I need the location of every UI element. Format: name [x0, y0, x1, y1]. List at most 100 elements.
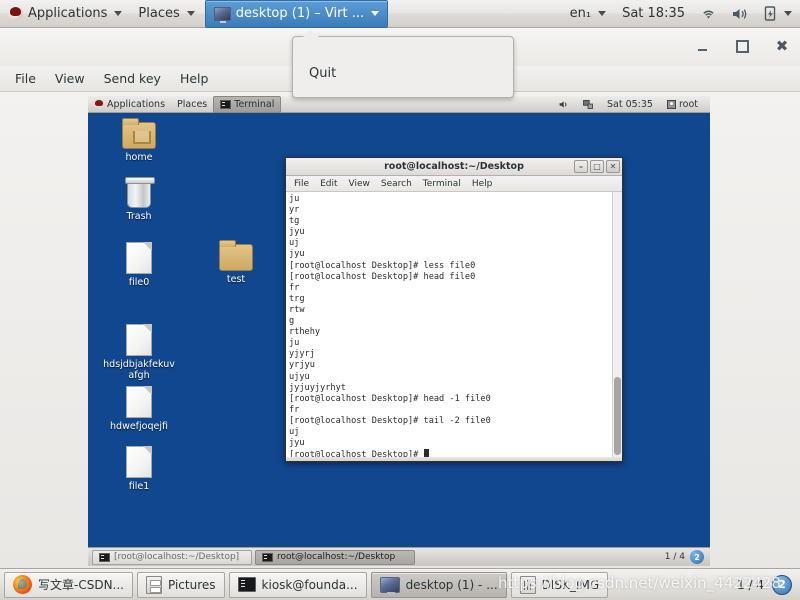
- guest-taskbar-button-active[interactable]: root@localhost:~/Desktop: [255, 549, 415, 565]
- terminal-statusbar: [286, 457, 622, 461]
- taskbar-window-virt-viewer[interactable]: desktop (1) – Virt ...: [204, 0, 389, 28]
- terminal-scrollbar-thumb[interactable]: [614, 377, 621, 455]
- maximize-icon[interactable]: [732, 36, 752, 56]
- desktop-icon-hdsjdbjakfekuvafgh[interactable]: hdsjdbjakfekuvafgh: [103, 324, 175, 381]
- guest-workspace-badge[interactable]: 2: [690, 550, 704, 564]
- applications-menu[interactable]: Applications: [0, 0, 130, 28]
- desktop-icon-label: hdsjdbjakfekuvafgh: [103, 359, 175, 381]
- terminal-cursor: [423, 449, 429, 457]
- applications-menu-label: Applications: [28, 6, 108, 21]
- screen: Applications Places desktop (1) – Virt .…: [0, 0, 800, 600]
- terminal-icon: [237, 577, 256, 592]
- fedora-logo-icon: [94, 99, 104, 109]
- disk-image-icon: [519, 575, 536, 594]
- close-icon[interactable]: ✕: [606, 160, 620, 173]
- network-icon[interactable]: [577, 96, 599, 113]
- terminal-icon: [99, 552, 110, 562]
- user-icon: [666, 99, 676, 109]
- host-taskbar-button-firefox[interactable]: 写文章-CSDN...: [4, 571, 133, 598]
- host-panel-status-area: en₁ Sat 18:35: [562, 0, 800, 28]
- guest-taskbar-button-minimized[interactable]: [root@localhost:~/Desktop]: [92, 549, 252, 565]
- terminal-menu-search[interactable]: Search: [377, 178, 416, 190]
- volume-icon[interactable]: [724, 0, 756, 28]
- host-taskbar-button-label: desktop (1) - ...: [405, 577, 498, 592]
- guest-places-label: Places: [177, 98, 208, 110]
- guest-panel-task-terminal[interactable]: Terminal: [213, 96, 282, 113]
- document-icon: [126, 324, 152, 356]
- terminal-scrollbar[interactable]: [612, 192, 622, 457]
- menu-file[interactable]: File: [8, 68, 43, 89]
- terminal-menu-file[interactable]: File: [290, 178, 313, 190]
- guest-applications-label: Applications: [107, 98, 166, 110]
- desktop-icon-hdwefjoqejfi[interactable]: hdwefjoqejfi: [103, 386, 175, 432]
- guest-clock-label: Sat 05:35: [606, 98, 653, 110]
- desktop-icon-home[interactable]: home: [103, 118, 175, 163]
- desktop-icon-file1[interactable]: file1: [103, 446, 175, 492]
- menu-view[interactable]: View: [48, 68, 92, 89]
- host-taskbar-button-kiosk-terminal[interactable]: kiosk@founda...: [228, 571, 367, 598]
- network-icon-glyph: [583, 99, 593, 109]
- clock-label: Sat 18:35: [622, 6, 685, 21]
- host-taskbar-button-desktop-vm[interactable]: desktop (1) - ...: [370, 571, 507, 598]
- chevron-down-icon: [114, 11, 123, 16]
- terminal-icon: [262, 552, 273, 562]
- fedora-logo-icon: [8, 6, 23, 21]
- document-icon: [126, 242, 152, 274]
- places-menu[interactable]: Places: [130, 0, 202, 28]
- window-controls: ✖: [692, 36, 792, 56]
- guest-taskbar-right: 1 / 4 2: [665, 550, 706, 564]
- document-icon: [126, 386, 152, 418]
- host-workspace-counter: 1 / 4: [737, 577, 764, 592]
- terminal-menu-help[interactable]: Help: [468, 178, 497, 190]
- host-taskbar: 写文章-CSDN... Pictures kiosk@founda... des…: [0, 568, 800, 600]
- terminal-menu-edit[interactable]: Edit: [316, 178, 341, 190]
- host-top-panel: Applications Places desktop (1) – Virt .…: [0, 0, 800, 28]
- host-workspace-badge[interactable]: 2: [772, 574, 792, 595]
- chevron-down-icon: [784, 11, 792, 16]
- guest-places-menu[interactable]: Places: [171, 96, 213, 113]
- document-icon: [126, 446, 152, 478]
- window-button-label: desktop (1) – Virt ...: [235, 6, 365, 21]
- close-icon[interactable]: ✖: [772, 36, 792, 56]
- terminal-output[interactable]: ju yr tg jyu uj jyu [root@localhost Desk…: [286, 192, 612, 457]
- menu-send-key[interactable]: Send key: [97, 68, 168, 89]
- folder-icon: [219, 240, 253, 271]
- terminal-body[interactable]: ju yr tg jyu uj jyu [root@localhost Desk…: [286, 192, 622, 457]
- terminal-window-controls: – □ ✕: [574, 160, 620, 173]
- guest-user-menu[interactable]: root: [661, 96, 704, 113]
- volume-icon[interactable]: [553, 96, 575, 113]
- keyboard-layout-label: en₁: [569, 6, 592, 21]
- clock[interactable]: Sat 18:35: [614, 0, 693, 28]
- guest-top-panel: Applications Places Terminal Sat 05:35 r…: [88, 96, 710, 113]
- wifi-icon[interactable]: [693, 0, 724, 28]
- guest-taskbar-button-label: [root@localhost:~/Desktop]: [114, 552, 240, 562]
- minimize-icon[interactable]: [692, 36, 712, 56]
- menu-help[interactable]: Help: [173, 68, 216, 89]
- keyboard-layout-indicator[interactable]: en₁: [562, 0, 614, 28]
- host-taskbar-right: 1 / 4 2: [737, 574, 796, 595]
- terminal-menu-terminal[interactable]: Terminal: [419, 178, 465, 190]
- desktop-icon-test[interactable]: test: [200, 240, 272, 285]
- terminal-titlebar: root@localhost:~/Desktop – □ ✕: [286, 158, 622, 176]
- menu-item-quit[interactable]: Quit: [309, 66, 336, 81]
- host-taskbar-button-label: Pictures: [168, 577, 216, 592]
- minimize-icon[interactable]: –: [574, 160, 588, 173]
- virt-viewer-monitor-icon: [379, 576, 400, 595]
- wifi-icon-glyph: [703, 10, 714, 19]
- terminal-window[interactable]: root@localhost:~/Desktop – □ ✕ File Edit…: [285, 157, 623, 462]
- host-taskbar-button-pictures[interactable]: Pictures: [137, 571, 225, 598]
- desktop-icon-label: home: [125, 152, 153, 163]
- chevron-down-icon: [598, 11, 607, 16]
- desktop-icon-file0[interactable]: file0: [103, 242, 175, 288]
- maximize-icon[interactable]: □: [590, 160, 604, 173]
- guest-applications-menu[interactable]: Applications: [88, 96, 171, 113]
- quit-dropdown-menu: Quit: [292, 30, 514, 98]
- guest-clock[interactable]: Sat 05:35: [601, 96, 659, 113]
- battery-icon[interactable]: [756, 0, 800, 28]
- guest-display[interactable]: Applications Places Terminal Sat 05:35 r…: [88, 96, 710, 566]
- desktop-icon-trash[interactable]: Trash: [103, 177, 175, 222]
- terminal-menu-view[interactable]: View: [345, 178, 374, 190]
- host-taskbar-button-disk-img[interactable]: DISK_IMG: [510, 571, 609, 598]
- desktop-icon-label: file0: [128, 277, 150, 288]
- host-taskbar-button-label: 写文章-CSDN...: [38, 578, 124, 592]
